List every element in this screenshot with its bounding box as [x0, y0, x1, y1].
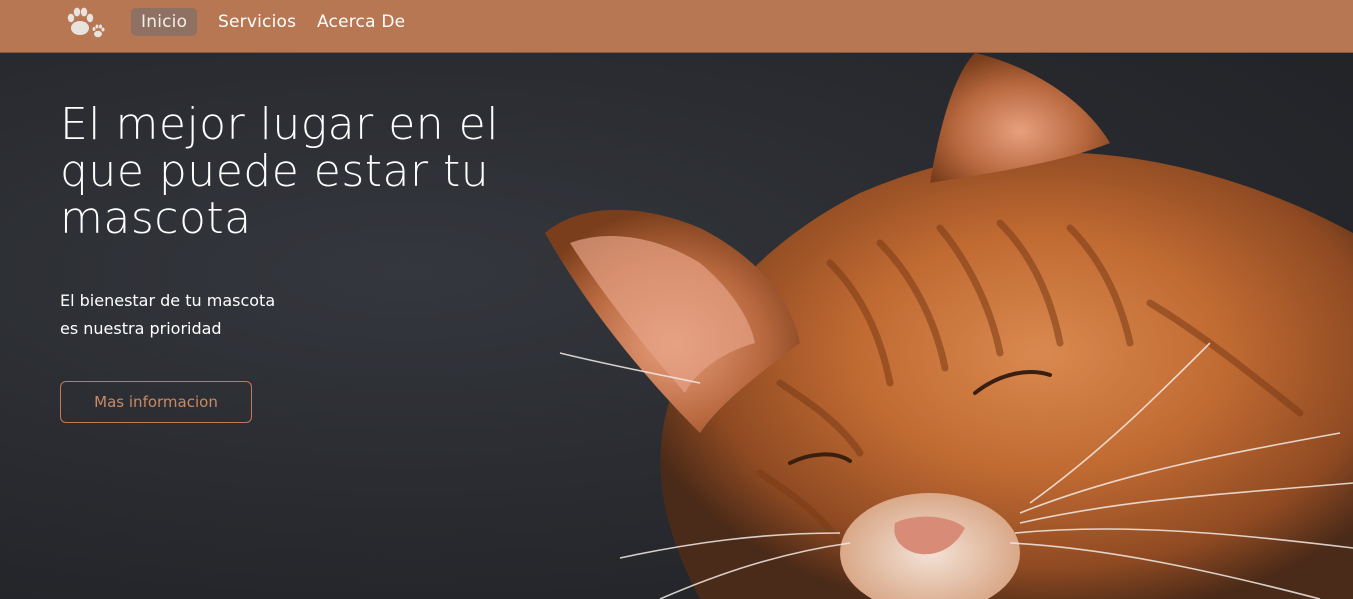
nav-item-inicio[interactable]: Inicio	[131, 8, 198, 36]
hero-section: El mejor lugar en el que puede estar tu …	[0, 53, 1353, 599]
hero-subtitle-line: El bienestar de tu mascota	[60, 291, 276, 310]
hero-subtitle-line: es nuestra prioridad	[60, 319, 222, 338]
hero-subtitle: El bienestar de tu mascota es nuestra pr…	[60, 287, 360, 343]
more-info-button[interactable]: Mas informacion	[60, 381, 252, 423]
hero-title: El mejor lugar en el que puede estar tu …	[60, 99, 499, 244]
nav-item-servicios[interactable]: Servicios	[218, 8, 296, 36]
nav-item-acerca-de[interactable]: Acerca De	[317, 8, 405, 36]
paw-icon[interactable]	[63, 4, 107, 40]
top-navbar: Inicio Servicios Acerca De	[0, 0, 1353, 53]
